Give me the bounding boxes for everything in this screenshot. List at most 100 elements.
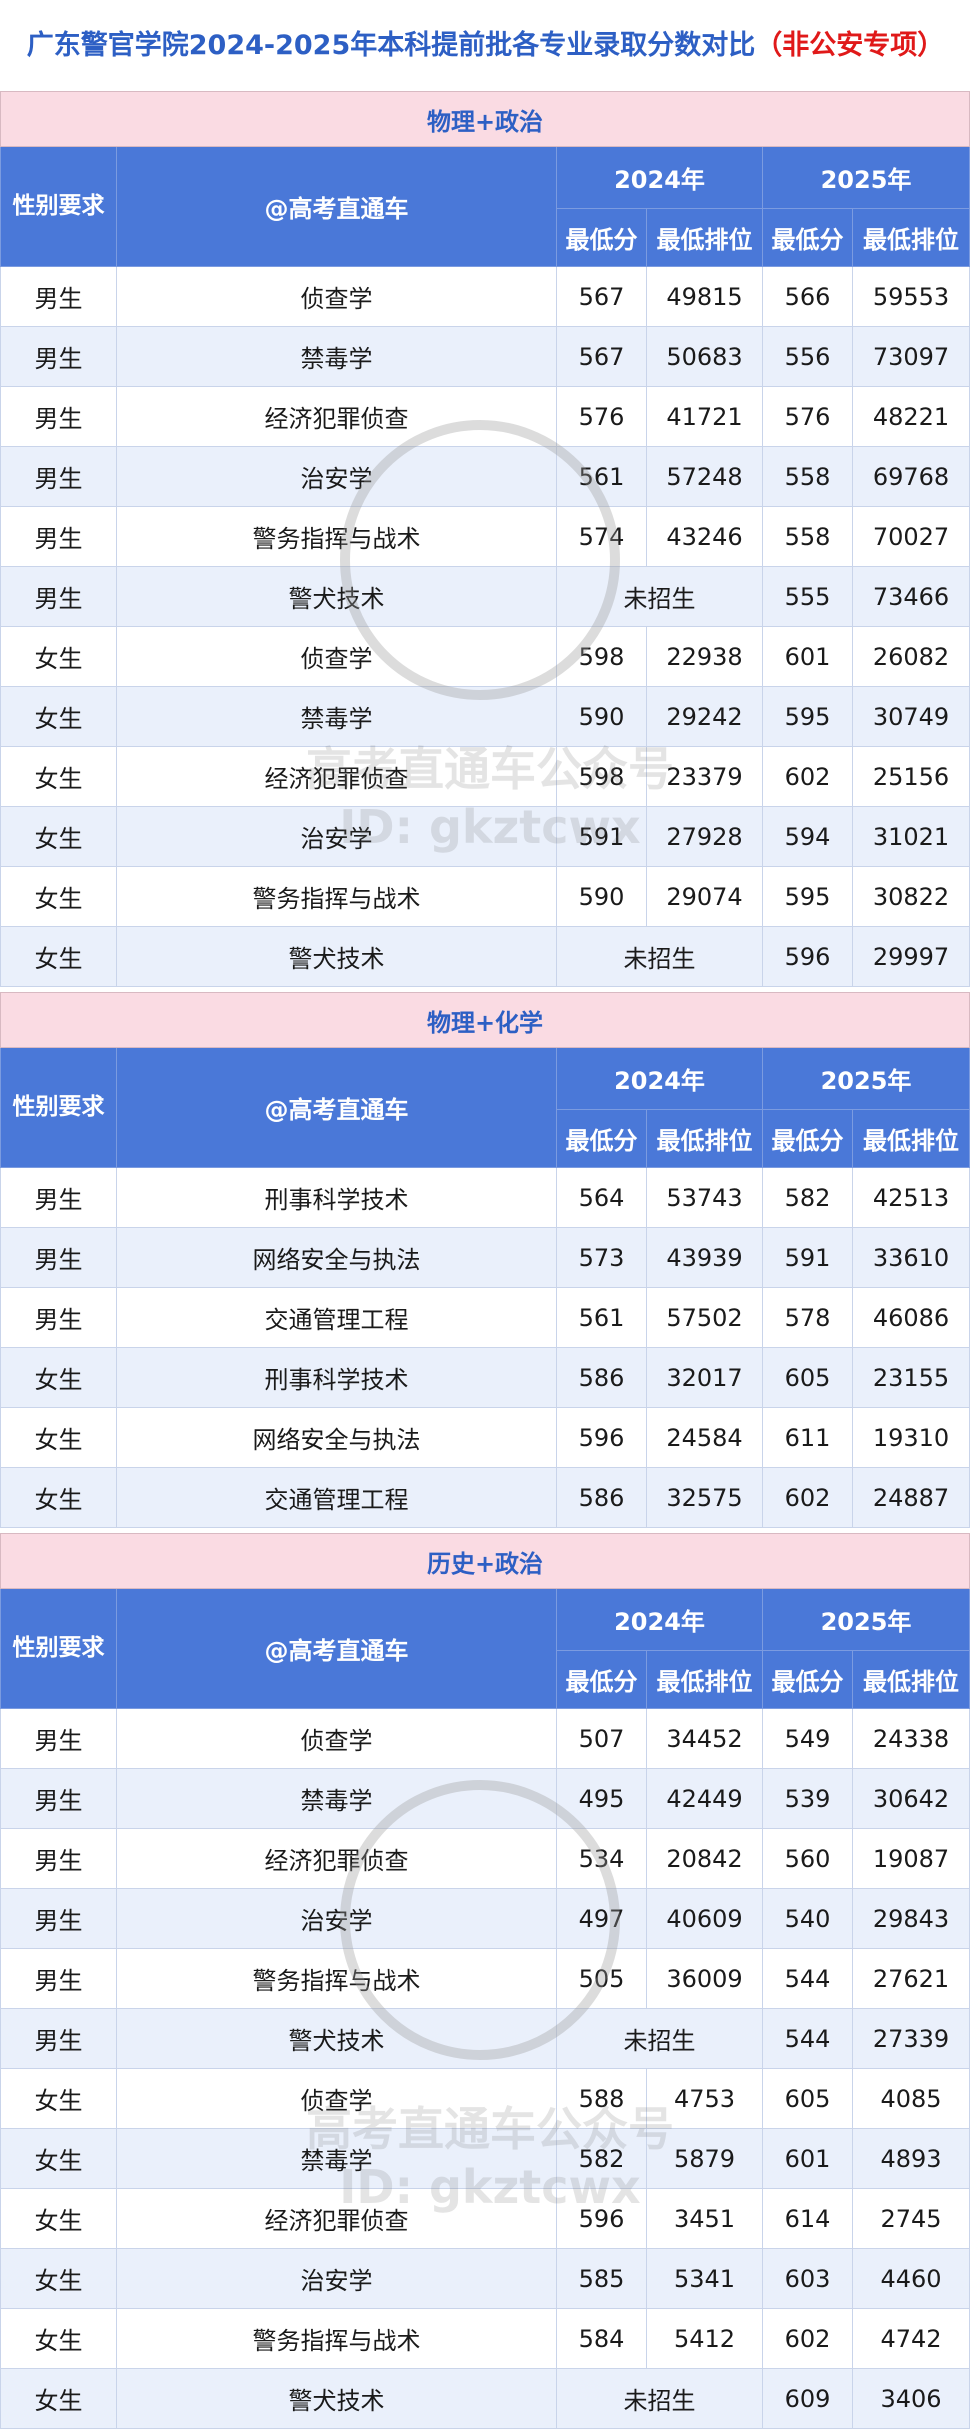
cell-rank-2025: 30749 xyxy=(851,686,971,747)
cell-score-2025: 601 xyxy=(762,626,853,687)
cell-gender: 女生 xyxy=(0,1347,117,1408)
cell-gender: 女生 xyxy=(0,2248,117,2309)
cell-major: 侦查学 xyxy=(116,2068,557,2129)
cell-rank-2024: 36009 xyxy=(646,1948,763,2009)
table-row: 女生 侦查学 598 22938 601 26082 xyxy=(0,626,971,687)
table-row: 女生 治安学 585 5341 603 4460 xyxy=(0,2248,971,2309)
table-row: 男生 交通管理工程 561 57502 578 46086 xyxy=(0,1287,971,1348)
cell-rank-2024: 5341 xyxy=(646,2248,763,2309)
header-min-rank: 最低排位 xyxy=(851,208,971,267)
cell-rank-2025: 70027 xyxy=(851,506,971,567)
header-year-2025: 2025年 xyxy=(761,1047,971,1110)
cell-rank-2024: 23379 xyxy=(646,746,763,807)
cell-score-2024: 567 xyxy=(556,326,647,387)
table-row: 女生 警务指挥与战术 584 5412 602 4742 xyxy=(0,2308,971,2369)
cell-score-2024: 576 xyxy=(556,386,647,447)
cell-rank-2024: 43246 xyxy=(646,506,763,567)
cell-rank-2025: 4742 xyxy=(851,2308,971,2369)
table-row: 男生 警犬技术 未招生 555 73466 xyxy=(0,566,971,627)
cell-rank-2025: 27621 xyxy=(851,1948,971,2009)
cell-score-2025: 549 xyxy=(762,1708,853,1769)
cell-rank-2025: 26082 xyxy=(851,626,971,687)
table-row: 女生 警务指挥与战术 590 29074 595 30822 xyxy=(0,866,971,927)
cell-major: 刑事科学技术 xyxy=(116,1167,557,1228)
cell-major: 网络安全与执法 xyxy=(116,1227,557,1288)
cell-score-2024: 495 xyxy=(556,1768,647,1829)
cell-score-2025: 602 xyxy=(762,1467,853,1528)
cell-score-2025: 609 xyxy=(762,2368,853,2429)
header-min-score: 最低分 xyxy=(556,208,647,267)
cell-rank-2025: 4460 xyxy=(851,2248,971,2309)
cell-rank-2025: 3406 xyxy=(851,2368,971,2429)
cell-rank-2024: 24584 xyxy=(646,1407,763,1468)
header-gender: 性别要求 xyxy=(0,146,117,267)
cell-score-2025: 602 xyxy=(762,746,853,807)
cell-score-2025: 595 xyxy=(762,686,853,747)
cell-score-2024: 507 xyxy=(556,1708,647,1769)
section-table: 物理+化学 性别要求 @高考直通车 2024年 2025年 最低分 最低排位 最低分 最低排位男… xyxy=(0,992,971,1528)
cell-rank-2025: 29997 xyxy=(851,926,971,987)
cell-gender: 女生 xyxy=(0,2188,117,2249)
cell-major: 侦查学 xyxy=(116,626,557,687)
cell-rank-2025: 33610 xyxy=(851,1227,971,1288)
cell-score-2024: 573 xyxy=(556,1227,647,1288)
table-row: 男生 侦查学 507 34452 549 24338 xyxy=(0,1708,971,1769)
header-gender: 性别要求 xyxy=(0,1588,117,1709)
cell-rank-2024: 34452 xyxy=(646,1708,763,1769)
cell-major: 警犬技术 xyxy=(116,2368,557,2429)
cell-gender: 女生 xyxy=(0,746,117,807)
header-year-2024: 2024年 xyxy=(556,146,763,209)
cell-rank-2024: 29074 xyxy=(646,866,763,927)
page-title: 广东警官学院2024-2025年本科提前批各专业录取分数对比 （非公安专项） xyxy=(0,0,971,84)
table-row: 男生 刑事科学技术 564 53743 582 42513 xyxy=(0,1167,971,1228)
section-title-row: 物理+化学 xyxy=(0,992,971,1048)
header-row: 性别要求 @高考直通车 2024年 2025年 xyxy=(0,146,971,267)
cell-score-2025: 539 xyxy=(762,1768,853,1829)
header-major: @高考直通车 xyxy=(116,146,557,267)
header-min-score: 最低分 xyxy=(556,1109,647,1168)
cell-rank-2025: 42513 xyxy=(851,1167,971,1228)
cell-score-2025: 614 xyxy=(762,2188,853,2249)
cell-major: 警犬技术 xyxy=(116,2008,557,2069)
cell-rank-2025: 19087 xyxy=(851,1828,971,1889)
cell-rank-2024: 27928 xyxy=(646,806,763,867)
cell-score-2025: 544 xyxy=(762,2008,853,2069)
cell-score-2024: 585 xyxy=(556,2248,647,2309)
cell-score-2025: 578 xyxy=(762,1287,853,1348)
section-table: 物理+政治 性别要求 @高考直通车 2024年 2025年 最低分 最低排位 最低分 最低排位男… xyxy=(0,91,971,987)
header-major: @高考直通车 xyxy=(116,1047,557,1168)
cell-gender: 男生 xyxy=(0,326,117,387)
cell-score-2025: 611 xyxy=(762,1407,853,1468)
cell-major: 禁毒学 xyxy=(116,1768,557,1829)
cell-rank-2025: 4893 xyxy=(851,2128,971,2189)
cell-score-2025: 544 xyxy=(762,1948,853,2009)
cell-gender: 男生 xyxy=(0,1287,117,1348)
cell-gender: 男生 xyxy=(0,1167,117,1228)
cell-score-2024: 590 xyxy=(556,866,647,927)
cell-major: 警犬技术 xyxy=(116,566,557,627)
table-row: 女生 禁毒学 590 29242 595 30749 xyxy=(0,686,971,747)
cell-rank-2025: 19310 xyxy=(851,1407,971,1468)
cell-score-2024: 586 xyxy=(556,1347,647,1408)
cell-score-2024: 582 xyxy=(556,2128,647,2189)
cell-major: 警务指挥与战术 xyxy=(116,866,557,927)
cell-not-enrolled: 未招生 xyxy=(556,2008,763,2069)
cell-gender: 女生 xyxy=(0,2068,117,2129)
header-min-score: 最低分 xyxy=(762,1650,853,1709)
cell-rank-2025: 73097 xyxy=(851,326,971,387)
cell-rank-2024: 22938 xyxy=(646,626,763,687)
table-row: 女生 经济犯罪侦查 596 3451 614 2745 xyxy=(0,2188,971,2249)
cell-major: 警务指挥与战术 xyxy=(116,2308,557,2369)
cell-score-2025: 576 xyxy=(762,386,853,447)
cell-gender: 女生 xyxy=(0,626,117,687)
cell-gender: 女生 xyxy=(0,1407,117,1468)
header-min-rank: 最低排位 xyxy=(851,1650,971,1709)
cell-score-2025: 596 xyxy=(762,926,853,987)
table-row: 男生 侦查学 567 49815 566 59553 xyxy=(0,266,971,327)
cell-gender: 男生 xyxy=(0,2008,117,2069)
cell-rank-2025: 23155 xyxy=(851,1347,971,1408)
table-row: 男生 警务指挥与战术 505 36009 544 27621 xyxy=(0,1948,971,2009)
cell-score-2025: 605 xyxy=(762,2068,853,2129)
cell-rank-2025: 69768 xyxy=(851,446,971,507)
cell-rank-2024: 42449 xyxy=(646,1768,763,1829)
